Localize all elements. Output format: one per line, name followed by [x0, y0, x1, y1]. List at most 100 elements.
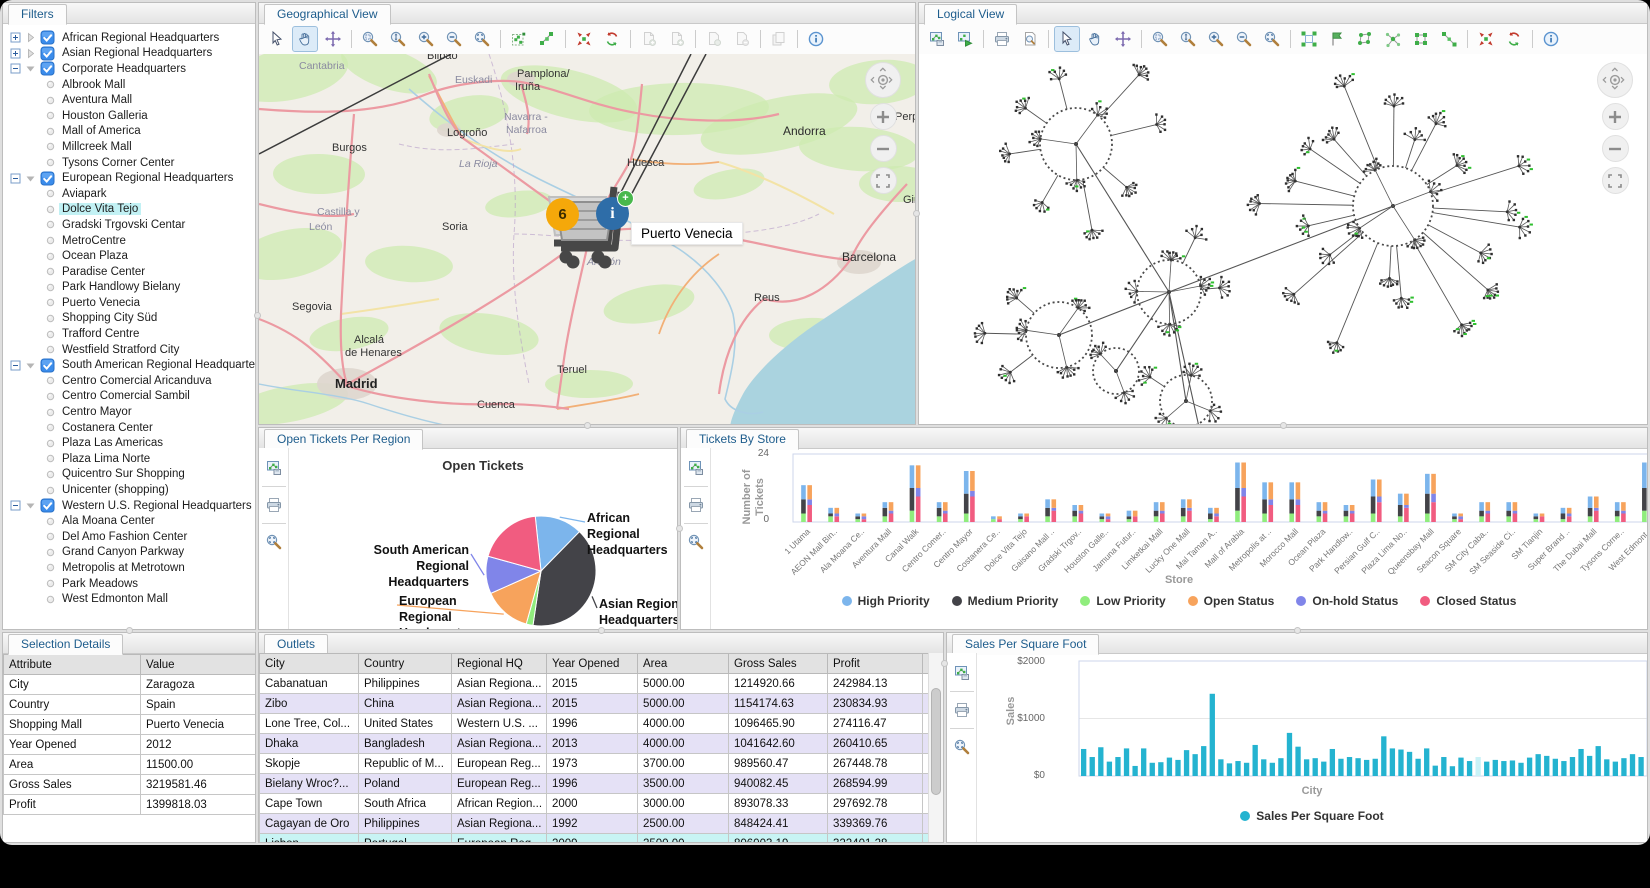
status-bar-segment[interactable] [1350, 511, 1355, 514]
sales-bar[interactable] [1244, 763, 1249, 776]
priority-bar-segment[interactable] [1452, 519, 1457, 522]
legend-item[interactable]: Low Priority [1080, 594, 1165, 608]
legend-item[interactable]: Medium Priority [952, 594, 1059, 608]
column-header[interactable]: City [260, 654, 359, 674]
sales-bar[interactable] [1304, 759, 1309, 776]
zoom-out-control[interactable] [870, 135, 897, 162]
sales-bar[interactable] [1141, 748, 1146, 776]
layout-orthogonal-button[interactable] [1408, 26, 1434, 52]
tree-group-asian-regional-headquarters[interactable]: Asian Regional Headquarters [3, 46, 255, 62]
priority-bar-segment[interactable] [1127, 511, 1132, 517]
sales-bar[interactable] [1638, 757, 1643, 776]
status-bar-segment[interactable] [1296, 505, 1301, 522]
zoom-out-button[interactable] [441, 26, 467, 52]
status-bar-segment[interactable] [1106, 514, 1111, 517]
status-bar-segment[interactable] [1051, 511, 1056, 522]
priority-bar-segment[interactable] [801, 514, 806, 523]
add-badge[interactable]: + [617, 190, 634, 207]
priority-bar-segment[interactable] [828, 508, 833, 514]
sales-bar[interactable] [1287, 733, 1292, 776]
table-row[interactable]: Bielany Wroc?...PolandEuropean Reg...199… [260, 774, 930, 794]
status-bar-segment[interactable] [1350, 505, 1355, 511]
tree-item-west-edmonton-mall[interactable]: West Edmonton Mall [3, 591, 255, 607]
chevron-down-icon[interactable] [25, 500, 36, 511]
priority-bar-segment[interactable] [964, 494, 969, 514]
tab-open-tickets-per-region[interactable]: Open Tickets Per Region [264, 429, 423, 450]
checkbox-checked-icon[interactable] [40, 358, 55, 373]
map-canvas[interactable]: CantabriaBilbaoEuskadiPamplona/IruñaNava… [259, 54, 915, 424]
refresh-layout-button[interactable] [1501, 26, 1527, 52]
status-bar-segment[interactable] [1051, 508, 1056, 511]
zoom-original-button[interactable] [385, 26, 411, 52]
priority-bar-segment[interactable] [1208, 519, 1213, 522]
sales-bar[interactable] [1467, 761, 1472, 776]
status-bar-segment[interactable] [1133, 516, 1138, 522]
checkbox-checked-icon[interactable] [40, 46, 55, 61]
sales-bar[interactable] [1321, 762, 1326, 776]
status-bar-segment[interactable] [916, 465, 921, 488]
tree-item-unicenter-shopping-[interactable]: Unicenter (shopping) [3, 482, 255, 498]
page-add-button[interactable] [664, 26, 690, 52]
align-nodes-button[interactable] [534, 26, 560, 52]
status-bar-segment[interactable] [1268, 505, 1273, 522]
priority-bar-segment[interactable] [1045, 516, 1050, 522]
tree-item-millcreek-mall[interactable]: Millcreek Mall [3, 139, 255, 155]
tree-item-westfield-stratford-city[interactable]: Westfield Stratford City [3, 342, 255, 358]
move-viewport-button[interactable] [320, 26, 346, 52]
status-bar-segment[interactable] [1540, 514, 1545, 517]
zoom-fit-button[interactable] [1259, 26, 1285, 52]
status-bar-segment[interactable] [1241, 463, 1246, 489]
priority-bar-segment[interactable] [1561, 514, 1566, 520]
sales-bar[interactable] [1313, 758, 1318, 776]
sales-bar[interactable] [1132, 766, 1137, 776]
sales-bar[interactable] [1167, 758, 1172, 776]
pan-hand-button[interactable] [1082, 26, 1108, 52]
priority-bar-segment[interactable] [1534, 516, 1539, 519]
priority-bar-segment[interactable] [1398, 505, 1403, 516]
tree-item-ocean-plaza[interactable]: Ocean Plaza [3, 248, 255, 264]
table-row[interactable]: Lone Tree, Col...United StatesWestern U.… [260, 714, 930, 734]
sales-bar[interactable] [1561, 761, 1566, 776]
layout-tree-button[interactable] [1436, 26, 1462, 52]
status-bar-segment[interactable] [1458, 516, 1463, 519]
status-bar-segment[interactable] [1187, 499, 1192, 508]
status-bar-segment[interactable] [1079, 514, 1084, 523]
zoom-fit-orange-button[interactable] [949, 734, 975, 760]
page-remove-button[interactable] [729, 26, 755, 52]
status-bar-segment[interactable] [1133, 511, 1138, 517]
tree-item-grand-canyon-parkway[interactable]: Grand Canyon Parkway [3, 545, 255, 561]
status-bar-segment[interactable] [1106, 519, 1111, 522]
sales-bar[interactable] [1544, 756, 1549, 776]
tree-item-dolce-vita-tejo[interactable]: Dolce Vita Tejo [3, 202, 255, 218]
priority-bar-segment[interactable] [1317, 502, 1322, 511]
splitter-handle[interactable] [126, 627, 133, 634]
sales-bar[interactable] [1484, 762, 1489, 776]
table-row[interactable]: Profit1399818.03 [4, 795, 257, 815]
select-cursor-button[interactable] [264, 26, 290, 52]
print-button[interactable] [989, 26, 1015, 52]
priority-bar-segment[interactable] [1371, 480, 1376, 497]
cluster-count-badge[interactable]: 6 [546, 198, 579, 231]
sales-chart-area[interactable]: Sales $2000 $1000 $0 City Sales Per Squa… [977, 653, 1647, 842]
tab-sales-per-square-foot[interactable]: Sales Per Square Foot [952, 634, 1099, 655]
status-bar-segment[interactable] [889, 514, 894, 523]
status-bar-segment[interactable] [889, 511, 894, 514]
sales-bar[interactable] [1570, 757, 1575, 776]
tab-outlets[interactable]: Outlets [264, 634, 328, 655]
legend-item[interactable]: Open Status [1188, 594, 1275, 608]
status-bar-segment[interactable] [1160, 511, 1165, 514]
fit-content-control[interactable] [1602, 167, 1629, 194]
priority-bar-segment[interactable] [1154, 516, 1159, 522]
priority-bar-segment[interactable] [883, 516, 888, 522]
status-bar-segment[interactable] [943, 502, 948, 511]
status-bar-segment[interactable] [1268, 499, 1273, 505]
select-cursor-button[interactable] [1054, 26, 1080, 52]
sales-bar[interactable] [1210, 694, 1215, 776]
status-bar-segment[interactable] [1567, 508, 1572, 514]
sales-bar[interactable] [1235, 761, 1240, 776]
outlets-scrollbar[interactable] [928, 653, 943, 842]
splitter-handle[interactable] [1280, 422, 1287, 429]
info-button[interactable] [803, 26, 829, 52]
status-bar-segment[interactable] [1214, 514, 1219, 517]
status-bar-segment[interactable] [1187, 508, 1192, 511]
